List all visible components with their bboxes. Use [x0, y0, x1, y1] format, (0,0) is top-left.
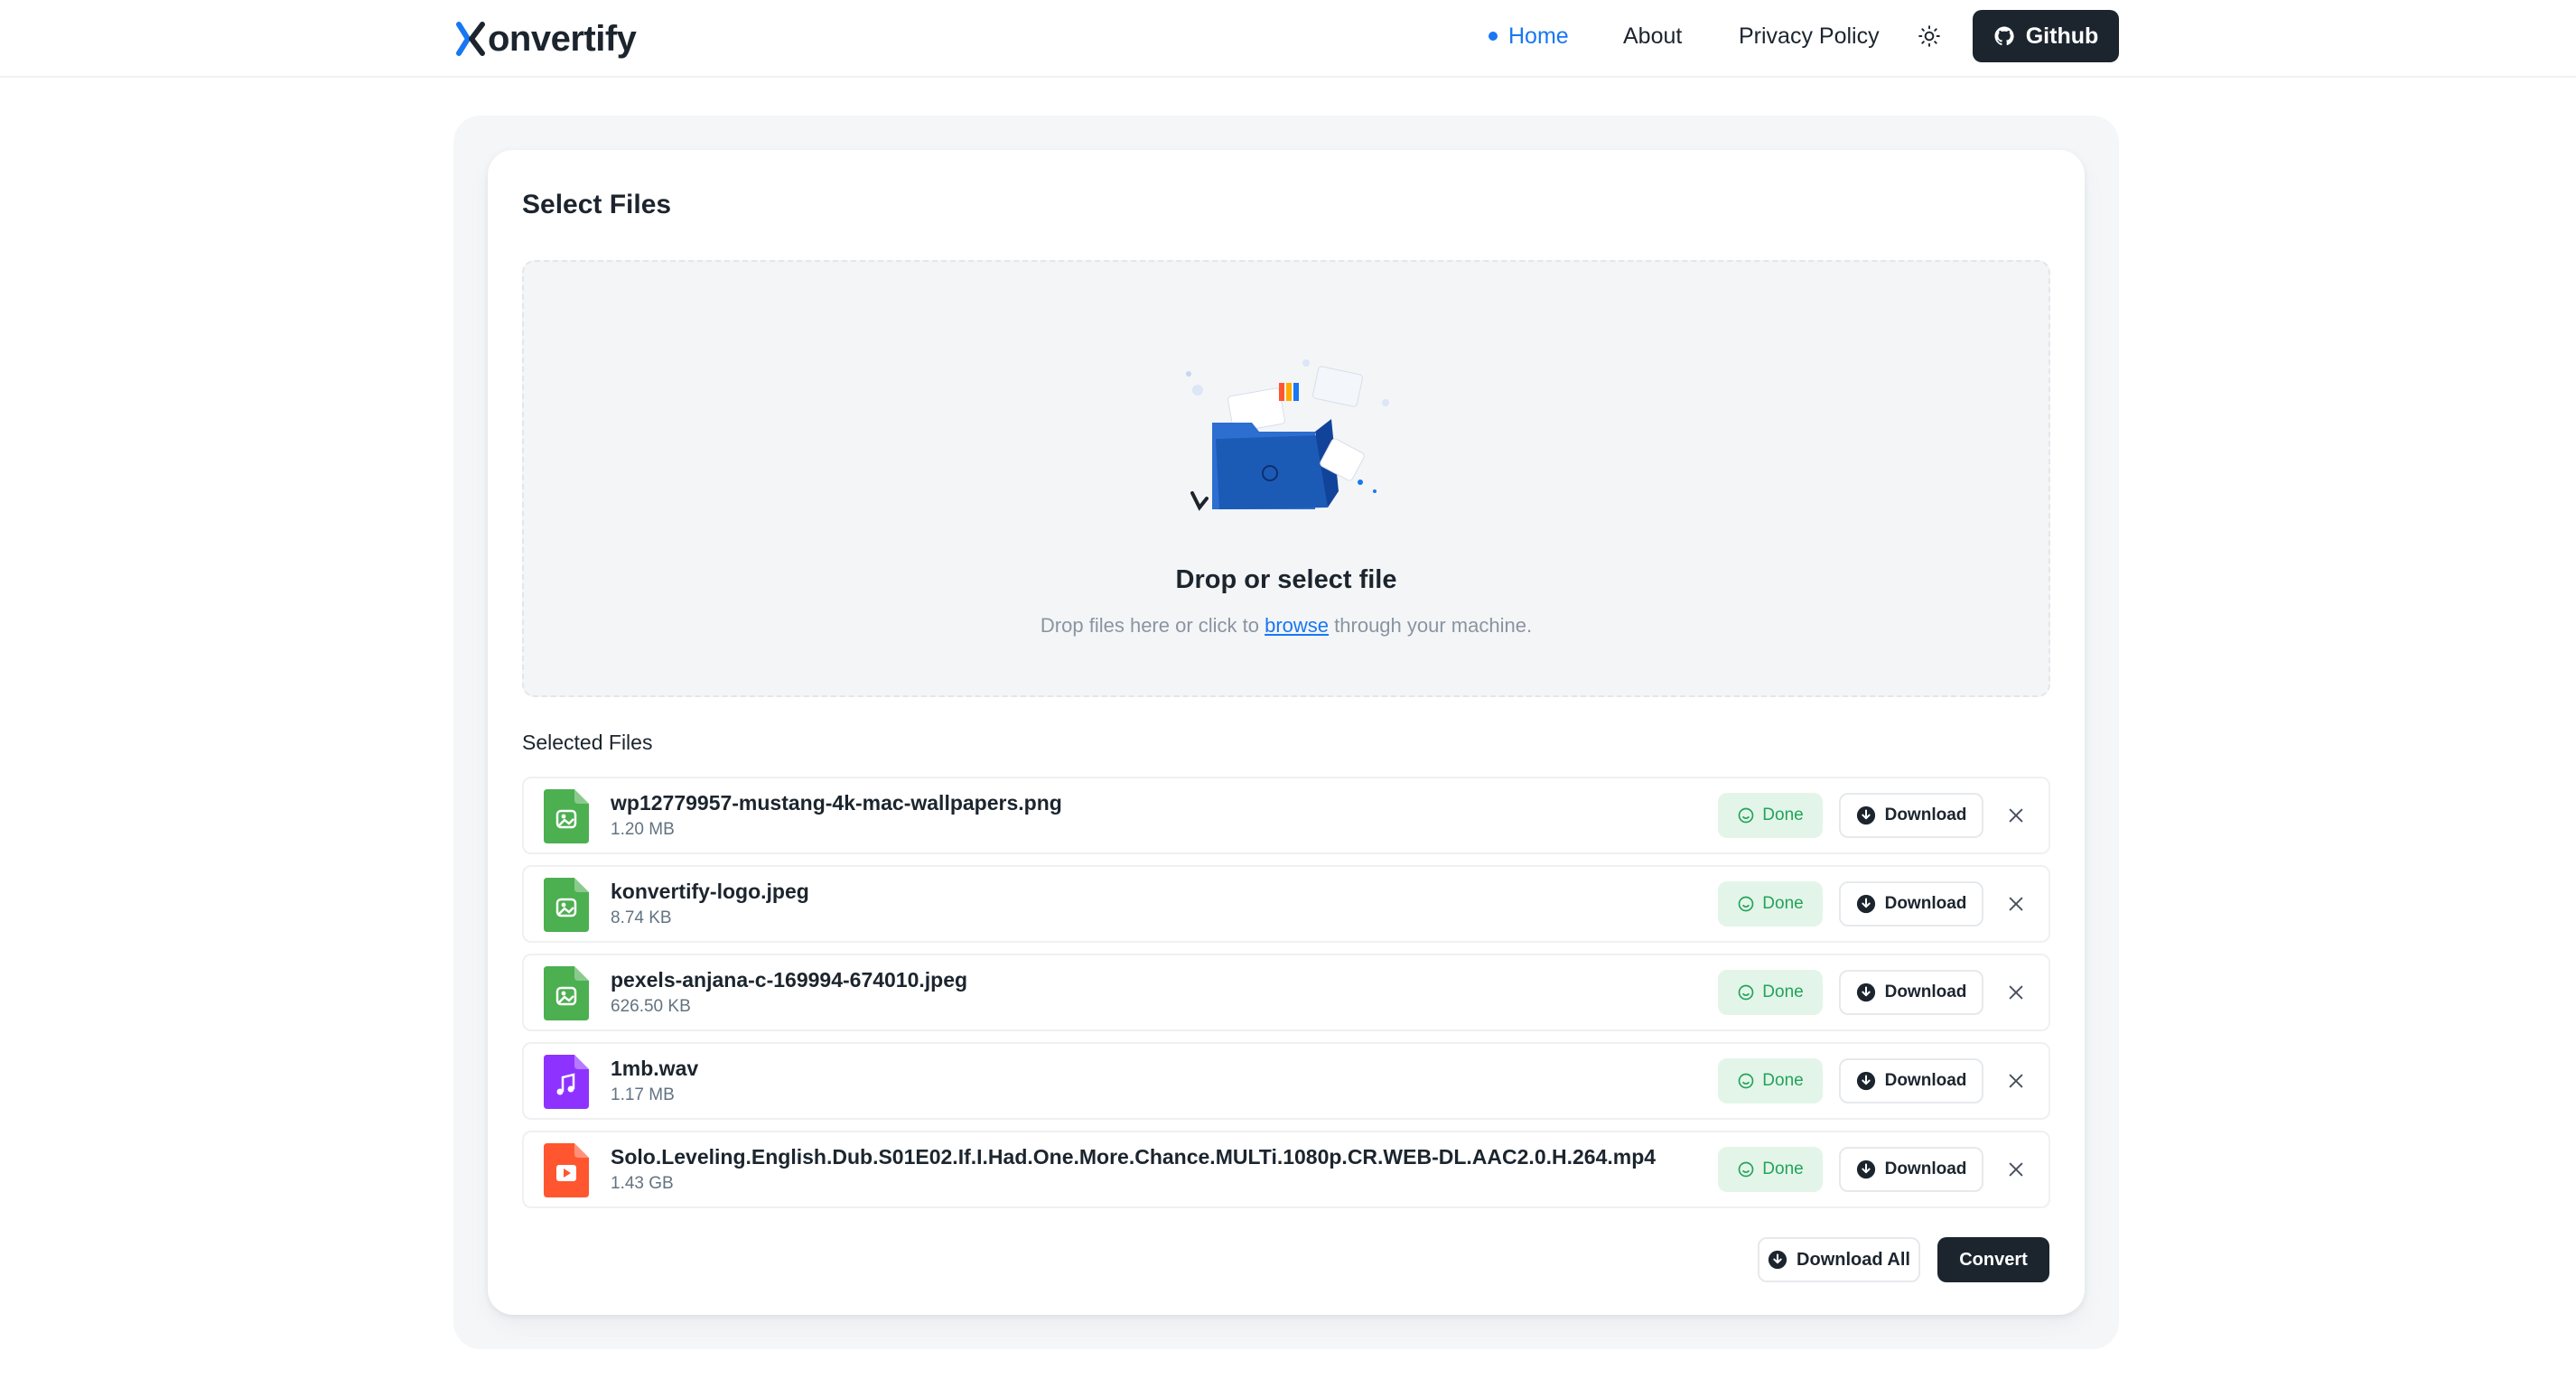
logo[interactable]: onvertify [455, 16, 637, 61]
download-icon [1856, 1071, 1875, 1091]
close-icon [2009, 1162, 2023, 1177]
upload-card: Select Files Drop or select file Drop fi… [488, 150, 2085, 1315]
file-name: Solo.Leveling.English.Dub.S01E02.If.I.Ha… [611, 1145, 1657, 1169]
file-name: konvertify-logo.jpeg [611, 880, 809, 903]
image-file-icon [544, 789, 589, 843]
download-button[interactable]: Download [1839, 793, 1983, 838]
status-badge: Done [1718, 793, 1823, 838]
download-icon [1856, 983, 1875, 1002]
github-button[interactable]: Github [1973, 10, 2119, 62]
status-label: Done [1762, 983, 1804, 1001]
top-header: onvertify Home About Privacy Policy Gith… [0, 0, 2576, 78]
file-size: 626.50 KB [611, 997, 691, 1016]
image-file-icon [544, 878, 589, 932]
selected-files-heading: Selected Files [522, 731, 653, 754]
file-name: wp12779957-mustang-4k-mac-wallpapers.png [611, 791, 1062, 815]
download-icon [1856, 806, 1875, 825]
download-label: Download [1884, 894, 1967, 913]
file-list: wp12779957-mustang-4k-mac-wallpapers.png… [522, 777, 2050, 1219]
status-badge: Done [1718, 1147, 1823, 1192]
close-icon [2009, 897, 2023, 911]
status-badge: Done [1718, 970, 1823, 1015]
remove-file-button[interactable] [2002, 1066, 2030, 1095]
sun-icon [1918, 25, 1940, 47]
download-button[interactable]: Download [1839, 881, 1983, 927]
logo-text: onvertify [488, 18, 637, 59]
status-label: Done [1762, 806, 1804, 824]
github-icon [1994, 26, 2014, 46]
done-smile-icon [1738, 807, 1754, 824]
done-smile-icon [1738, 984, 1754, 1001]
done-smile-icon [1738, 1161, 1754, 1178]
file-row: Solo.Leveling.English.Dub.S01E02.If.I.Ha… [522, 1131, 2050, 1208]
download-button[interactable]: Download [1839, 970, 1983, 1015]
close-icon [2009, 1074, 2023, 1088]
dropzone-title: Drop or select file [1175, 565, 1397, 594]
status-badge: Done [1718, 1058, 1823, 1104]
remove-file-button[interactable] [2002, 801, 2030, 830]
file-row: 1mb.wav 1.17 MB Done Download [522, 1042, 2050, 1120]
file-dropzone[interactable]: Drop or select file Drop files here or c… [522, 260, 2050, 697]
file-row: konvertify-logo.jpeg 8.74 KB Done Downlo… [522, 865, 2050, 943]
file-row: pexels-anjana-c-169994-674010.jpeg 626.5… [522, 954, 2050, 1031]
status-label: Done [1762, 1160, 1804, 1178]
download-icon [1768, 1250, 1787, 1270]
audio-file-icon [544, 1055, 589, 1109]
close-icon [2009, 985, 2023, 1000]
nav-about[interactable]: About [1623, 0, 1682, 72]
download-label: Download [1884, 1160, 1967, 1178]
dropzone-sub-text: Drop files here or click to [1040, 614, 1265, 637]
github-label: Github [2025, 23, 2099, 49]
file-name: 1mb.wav [611, 1057, 699, 1080]
download-label: Download [1884, 983, 1967, 1001]
dropzone-sub-text-end: through your machine. [1329, 614, 1533, 637]
remove-file-button[interactable] [2002, 889, 2030, 918]
download-label: Download [1884, 1071, 1967, 1090]
download-icon [1856, 894, 1875, 914]
status-label: Done [1762, 1071, 1804, 1090]
video-file-icon [544, 1143, 589, 1197]
dropzone-subtitle: Drop files here or click to browse throu… [524, 614, 2049, 638]
close-icon [2009, 808, 2023, 823]
convert-button[interactable]: Convert [1937, 1237, 2049, 1282]
download-all-label: Download All [1797, 1249, 1910, 1270]
done-smile-icon [1738, 896, 1754, 912]
page-title: Select Files [522, 190, 672, 219]
nav-home-label: Home [1508, 23, 1569, 49]
status-badge: Done [1718, 881, 1823, 927]
file-size: 1.20 MB [611, 820, 675, 839]
nav-home[interactable]: Home [1489, 0, 1569, 72]
download-all-button[interactable]: Download All [1758, 1237, 1920, 1282]
remove-file-button[interactable] [2002, 978, 2030, 1007]
convert-label: Convert [1959, 1249, 2028, 1270]
nav-privacy-label: Privacy Policy [1739, 23, 1880, 49]
theme-toggle-button[interactable] [1913, 20, 1946, 52]
download-button[interactable]: Download [1839, 1058, 1983, 1104]
konvertify-logo-icon [456, 22, 485, 56]
file-size: 1.43 GB [611, 1174, 674, 1193]
file-size: 8.74 KB [611, 908, 672, 927]
nav-about-label: About [1623, 23, 1683, 49]
image-file-icon [544, 966, 589, 1020]
download-icon [1856, 1160, 1875, 1179]
browse-link[interactable]: browse [1265, 614, 1329, 637]
done-smile-icon [1738, 1073, 1754, 1089]
file-name: pexels-anjana-c-169994-674010.jpeg [611, 968, 968, 992]
download-label: Download [1884, 806, 1967, 824]
remove-file-button[interactable] [2002, 1155, 2030, 1184]
download-button[interactable]: Download [1839, 1147, 1983, 1192]
status-label: Done [1762, 894, 1804, 913]
file-row: wp12779957-mustang-4k-mac-wallpapers.png… [522, 777, 2050, 854]
active-dot [1489, 32, 1498, 41]
folder-upload-illustration-icon [1186, 359, 1389, 511]
file-size: 1.17 MB [611, 1085, 675, 1104]
nav-privacy-policy[interactable]: Privacy Policy [1739, 0, 1880, 72]
